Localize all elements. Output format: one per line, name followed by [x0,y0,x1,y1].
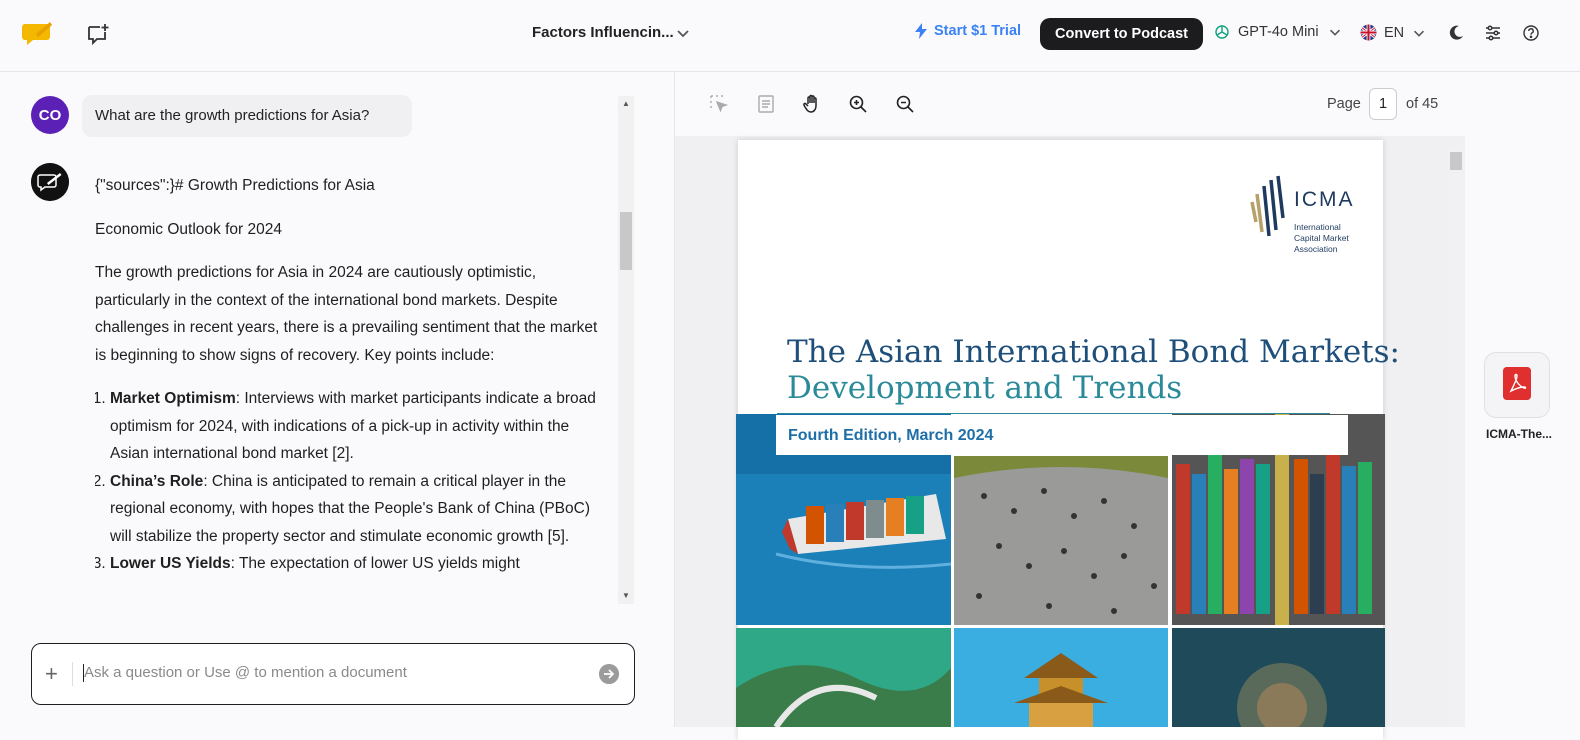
start-trial-label: Start $1 Trial [934,23,1022,39]
aerial-island-photo [1172,628,1385,727]
zoom-out-icon[interactable] [895,94,915,114]
user-message: What are the growth predictions for Asia… [82,95,412,137]
point-title: Market Optimism [110,390,236,407]
plaza-cyclists-photo [954,456,1168,625]
lightning-icon [915,23,927,39]
pdf-edition: Fourth Edition, March 2024 [788,427,994,444]
chevron-down-icon [1414,30,1425,37]
icma-logo-icon [1250,175,1285,237]
zoom-in-icon[interactable] [848,94,868,114]
pdf-title-line-2: Development and Trends [787,370,1183,406]
answer-subheading: Economic Outlook for 2024 [95,220,282,238]
openai-icon [1215,25,1229,39]
hand-pan-icon[interactable] [802,94,822,114]
chevron-down-icon [1329,29,1340,36]
uk-flag-icon [1360,24,1377,41]
page-total: of 45 [1406,96,1439,112]
point-title: Lower US Yields [110,555,231,572]
pdf-scrollbar-thumb[interactable] [1450,152,1462,170]
user-avatar: CO [31,96,69,134]
select-tool-icon[interactable] [709,94,729,114]
language-selector[interactable]: EN [1360,24,1427,41]
answer-intro: The growth predictions for Asia in 2024 … [95,264,598,364]
chat-scrollbar[interactable] [618,96,634,604]
point-title: China’s Role [110,472,204,490]
assistant-answer: {"sources":}# Growth Predictions for Asi… [95,172,605,600]
pdf-scrollbar[interactable] [1448,146,1463,727]
list-item: Market Optimism: Interviews with market … [110,385,605,468]
add-attachment-icon[interactable]: + [45,662,65,686]
pdf-title-line-1: The Asian International Bond Markets: [787,334,1400,370]
top-bar [0,0,1580,72]
model-selector[interactable]: GPT-4o Mini [1214,24,1343,40]
chat-scrollbar-thumb[interactable] [620,212,632,270]
text-caret [83,664,84,682]
help-icon[interactable] [1522,24,1540,42]
chevron-down-icon[interactable] [674,24,692,42]
icma-wordmark: ICMA [1294,188,1355,211]
answer-list: Market Optimism: Interviews with market … [95,385,605,578]
convert-to-podcast-button[interactable]: Convert to Podcast [1040,18,1203,50]
page-number-input[interactable]: 1 [1369,88,1397,120]
app-logo-icon[interactable] [22,20,54,48]
input-divider [72,662,73,686]
sidebar-file-name[interactable]: ICMA-The... [1486,427,1552,441]
list-item: Lower US Yields: The expectation of lowe… [110,550,605,578]
send-arrow-icon[interactable] [599,664,619,684]
assistant-avatar [31,163,69,201]
document-title[interactable]: Factors Influencin... [532,24,674,41]
model-label: GPT-4o Mini [1238,24,1319,40]
dark-mode-moon-icon[interactable] [1447,24,1465,42]
answer-heading: {"sources":}# Growth Predictions for Asi… [95,177,375,194]
document-text-icon[interactable] [756,94,776,114]
pdf-file-icon [1503,367,1531,400]
pagoda-photo [954,628,1168,727]
language-label: EN [1384,24,1405,41]
new-chat-icon[interactable] [86,22,110,46]
start-trial-button[interactable]: Start $1 Trial [914,23,1021,39]
page-label: Page [1327,96,1361,112]
scroll-down-arrow[interactable]: ▼ [618,588,634,604]
list-item: China’s Role: China is anticipated to re… [110,468,605,551]
point-text: : The expectation of lower US yields mig… [230,555,520,572]
scroll-up-arrow[interactable]: ▲ [618,96,634,112]
chat-input-placeholder[interactable]: Ask a question or Use @ to mention a doc… [84,664,407,681]
icma-subtitle: International Capital Market Association [1294,222,1349,254]
settings-sliders-icon[interactable] [1484,24,1502,42]
coastal-city-photo [736,628,951,727]
